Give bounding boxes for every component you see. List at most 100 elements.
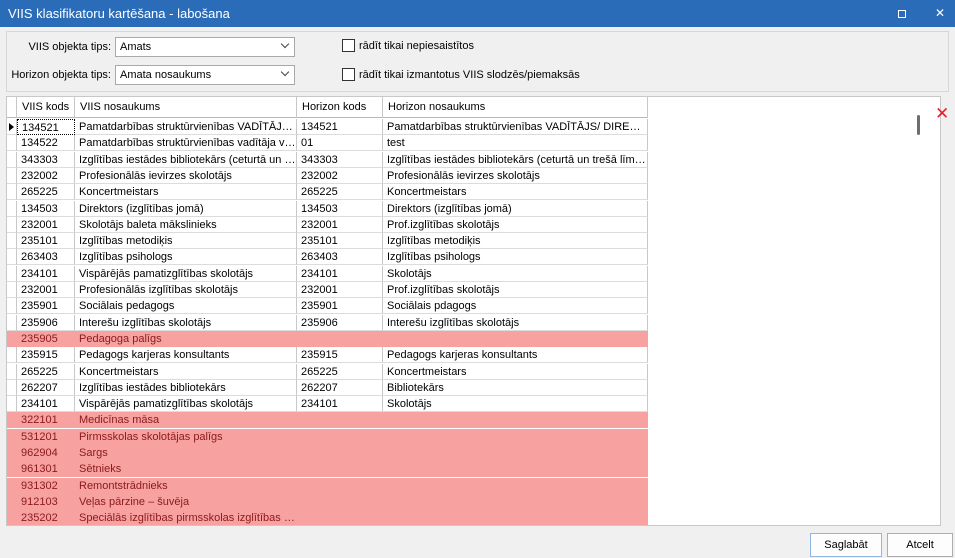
viis-name-cell[interactable]: Pamatdarbības struktūrvienības vadītāja … bbox=[75, 135, 297, 152]
unmapped-only-checkbox[interactable] bbox=[342, 39, 355, 52]
delete-mapping-icon[interactable]: ✕ bbox=[935, 104, 949, 124]
viis-code-cell[interactable]: 343303 bbox=[17, 151, 75, 168]
viis-name-cell[interactable]: Izglītības psihologs bbox=[75, 249, 297, 266]
horizon-name-cell[interactable]: Skolotājs bbox=[383, 265, 648, 282]
viis-name-cell[interactable]: Sociālais pedagogs bbox=[75, 298, 297, 315]
viis-type-select[interactable]: Amats bbox=[115, 37, 295, 57]
viis-code-cell[interactable]: 235101 bbox=[17, 233, 75, 250]
viis-name-cell[interactable]: Remontstrādnieks bbox=[75, 477, 297, 494]
viis-name-cell[interactable]: Pamatdarbības struktūrvienības VADĪTĀJS/… bbox=[75, 119, 297, 135]
viis-name-cell[interactable]: Vispārējās pamatizglītības skolotājs bbox=[75, 265, 297, 282]
row-selector[interactable] bbox=[7, 249, 17, 266]
horizon-code-cell[interactable]: 262207 bbox=[297, 379, 383, 396]
horizon-code-cell[interactable]: 232002 bbox=[297, 167, 383, 184]
table-row[interactable]: 265225 Koncertmeistars 265225 Koncertmeista… bbox=[7, 184, 648, 201]
horizon-name-cell[interactable]: Interešu izglītības skolotājs bbox=[383, 314, 648, 331]
table-row[interactable]: 322101 Medicīnas māsa bbox=[7, 412, 648, 429]
viis-code-cell[interactable]: 912103 bbox=[17, 493, 75, 510]
table-row[interactable]: 343303 Izglītības iestādes bibliotekārs (… bbox=[7, 151, 648, 168]
viis-name-cell[interactable]: Koncertmeistars bbox=[75, 184, 297, 201]
horizon-name-cell[interactable]: Izglītības metodiķis bbox=[383, 233, 648, 250]
row-selector[interactable] bbox=[7, 493, 17, 510]
viis-code-cell[interactable]: 235915 bbox=[17, 347, 75, 364]
horizon-name-cell[interactable] bbox=[383, 510, 648, 525]
horizon-name-cell[interactable]: Pamatdarbības struktūrvienības VADĪTĀJS/… bbox=[383, 119, 648, 135]
viis-name-cell[interactable]: Skolotājs baleta mākslinieks bbox=[75, 216, 297, 233]
table-row[interactable]: 262207 Izglītības iestādes bibliotekārs 26… bbox=[7, 379, 648, 396]
horizon-name-cell[interactable]: Pedagogs karjeras konsultants bbox=[383, 347, 648, 364]
viis-code-cell[interactable]: 134521 bbox=[17, 119, 75, 135]
row-selector[interactable] bbox=[7, 216, 17, 233]
viis-code-cell[interactable]: 232002 bbox=[17, 167, 75, 184]
horizon-code-cell[interactable]: 134521 bbox=[297, 119, 383, 135]
viis-name-cell[interactable]: Profesionālās ievirzes skolotājs bbox=[75, 167, 297, 184]
horizon-code-cell[interactable] bbox=[297, 461, 383, 478]
horizon-code-cell[interactable]: 235906 bbox=[297, 314, 383, 331]
horizon-name-cell[interactable] bbox=[383, 330, 648, 347]
viis-code-cell[interactable]: 265225 bbox=[17, 184, 75, 201]
horizon-name-cell[interactable]: Koncertmeistars bbox=[383, 184, 648, 201]
horizon-code-cell[interactable] bbox=[297, 428, 383, 445]
viis-name-cell[interactable]: Profesionālās izglītības skolotājs bbox=[75, 282, 297, 298]
table-row[interactable]: 961301 Sētnieks bbox=[7, 461, 648, 478]
viis-code-cell[interactable]: 961301 bbox=[17, 461, 75, 478]
viis-name-cell[interactable]: Pirmsskolas skolotājas palīgs bbox=[75, 428, 297, 445]
header-horizon-name[interactable]: Horizon nosaukums bbox=[383, 97, 648, 118]
viis-code-cell[interactable]: 265225 bbox=[17, 363, 75, 380]
viis-code-cell[interactable]: 931302 bbox=[17, 477, 75, 494]
table-row[interactable]: 531201 Pirmsskolas skolotājas palīgs bbox=[7, 428, 648, 445]
scrollbar-thumb[interactable] bbox=[917, 115, 920, 135]
row-selector[interactable] bbox=[7, 396, 17, 413]
viis-code-cell[interactable]: 232001 bbox=[17, 282, 75, 298]
viis-code-cell[interactable]: 134522 bbox=[17, 135, 75, 152]
cancel-button[interactable]: Atcelt bbox=[887, 533, 953, 557]
table-row[interactable]: 134522 Pamatdarbības struktūrvienības vad… bbox=[7, 135, 648, 152]
table-row[interactable]: 235905 Pedagoga palīgs bbox=[7, 330, 648, 347]
table-row[interactable]: 263403 Izglītības psihologs 263403 Izglītīb… bbox=[7, 249, 648, 266]
row-selector[interactable] bbox=[7, 428, 17, 445]
viis-code-cell[interactable]: 531201 bbox=[17, 428, 75, 445]
header-viis-name[interactable]: VIIS nosaukums bbox=[75, 97, 297, 118]
viis-code-cell[interactable]: 235901 bbox=[17, 298, 75, 315]
table-row[interactable]: 235901 Sociālais pedagogs 235901 Sociālais … bbox=[7, 298, 648, 315]
table-row[interactable]: 232001 Skolotājs baleta mākslinieks 232001… bbox=[7, 216, 648, 233]
horizon-code-cell[interactable]: 232001 bbox=[297, 282, 383, 298]
header-horizon-code[interactable]: Horizon kods bbox=[297, 97, 383, 118]
table-row[interactable]: 232002 Profesionālās ievirzes skolotājs 23… bbox=[7, 167, 648, 184]
table-row[interactable]: 912103 Veļas pārzine – šuvēja bbox=[7, 493, 648, 510]
row-selector[interactable] bbox=[7, 135, 17, 152]
horizon-name-cell[interactable]: Profesionālās ievirzes skolotājs bbox=[383, 167, 648, 184]
horizon-name-cell[interactable]: Bibliotekārs bbox=[383, 379, 648, 396]
horizon-name-cell[interactable] bbox=[383, 445, 648, 461]
viis-code-cell[interactable]: 235202 bbox=[17, 510, 75, 525]
horizon-name-cell[interactable]: Izglītības iestādes bibliotekārs (ceturt… bbox=[383, 151, 648, 168]
row-selector[interactable] bbox=[7, 314, 17, 331]
table-row[interactable]: 234101 Vispārējās pamatizglītības skolotā… bbox=[7, 396, 648, 413]
viis-name-cell[interactable]: Izglītības iestādes bibliotekārs bbox=[75, 379, 297, 396]
horizon-name-cell[interactable] bbox=[383, 493, 648, 510]
horizon-code-cell[interactable]: 265225 bbox=[297, 363, 383, 380]
horizon-code-cell[interactable] bbox=[297, 330, 383, 347]
horizon-code-cell[interactable]: 235915 bbox=[297, 347, 383, 364]
table-row[interactable]: 962904 Sargs bbox=[7, 445, 648, 461]
table-row[interactable]: 232001 Profesionālās izglītības skolotājs… bbox=[7, 282, 648, 298]
horizon-code-cell[interactable]: 234101 bbox=[297, 265, 383, 282]
horizon-name-cell[interactable]: Prof.izglītības skolotājs bbox=[383, 282, 648, 298]
horizon-name-cell[interactable] bbox=[383, 412, 648, 429]
row-selector[interactable] bbox=[7, 184, 17, 201]
viis-name-cell[interactable]: Sargs bbox=[75, 445, 297, 461]
table-row[interactable]: 134521 Pamatdarbības struktūrvienības VAD… bbox=[7, 119, 648, 135]
table-row[interactable]: 235915 Pedagogs karjeras konsultants 23591… bbox=[7, 347, 648, 364]
header-viis-code[interactable]: VIIS kods bbox=[17, 97, 75, 118]
table-row[interactable]: 235101 Izglītības metodiķis 235101 Izglītīb… bbox=[7, 233, 648, 250]
row-selector[interactable] bbox=[7, 461, 17, 478]
viis-name-cell[interactable]: Pedagoga palīgs bbox=[75, 330, 297, 347]
horizon-code-cell[interactable]: 343303 bbox=[297, 151, 383, 168]
table-row[interactable]: 134503 Direktors (izglītības jomā) 134503 D… bbox=[7, 200, 648, 217]
viis-name-cell[interactable]: Speciālās izglītības pirmsskolas izglītī… bbox=[75, 510, 297, 525]
row-selector[interactable] bbox=[7, 282, 17, 298]
maximize-icon[interactable] bbox=[884, 0, 920, 27]
viis-code-cell[interactable]: 232001 bbox=[17, 216, 75, 233]
horizon-code-cell[interactable] bbox=[297, 445, 383, 461]
viis-code-cell[interactable]: 235906 bbox=[17, 314, 75, 331]
